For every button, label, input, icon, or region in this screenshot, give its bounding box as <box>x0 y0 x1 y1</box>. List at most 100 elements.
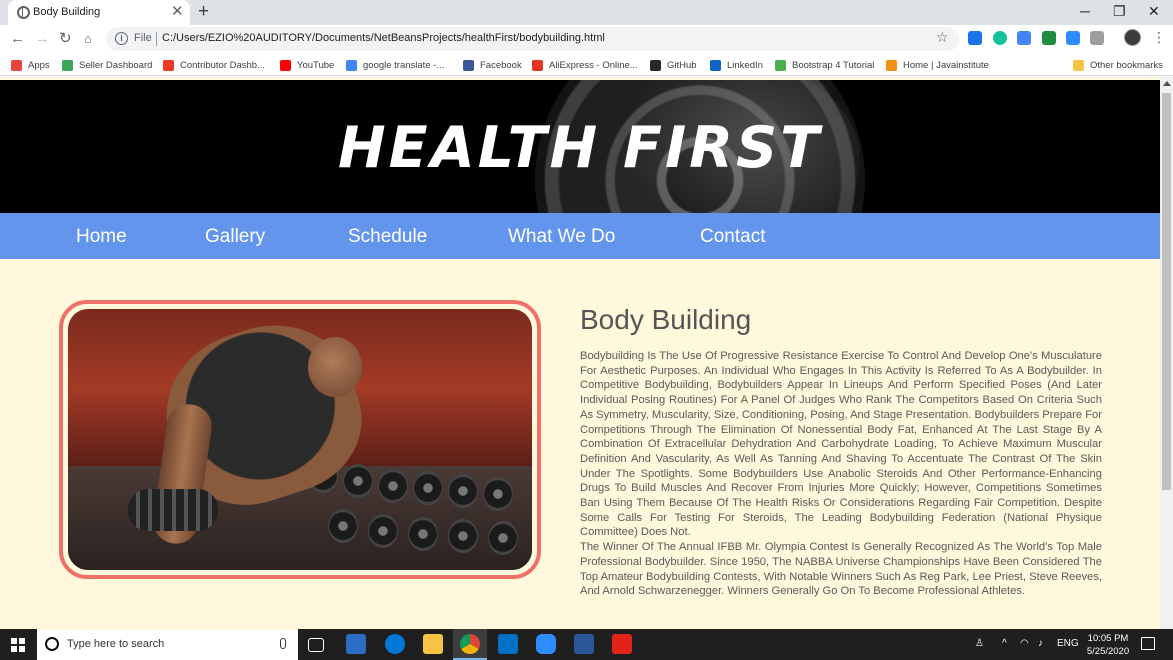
rack-dumbbell <box>378 469 408 503</box>
bookmark-youtube[interactable]: YouTube <box>280 58 334 72</box>
edge-icon[interactable] <box>385 634 405 654</box>
new-tab-button[interactable]: + <box>198 1 209 23</box>
bookmark-seller-dashboard[interactable]: Seller Dashboard <box>62 58 152 72</box>
javainstitute-icon <box>886 59 897 71</box>
paragraph-2: The winner of the annual IFBB Mr. Olympi… <box>580 541 1102 598</box>
translate-icon[interactable] <box>1017 31 1031 45</box>
task-view-icon[interactable] <box>308 638 324 652</box>
athlete-head <box>308 337 362 397</box>
paragraph-1: Bodybuilding is the use of progressive r… <box>580 350 1102 539</box>
acrobat-icon[interactable] <box>612 634 632 654</box>
url-text[interactable]: C:/Users/EZIO%20AUDITORY/Documents/NetBe… <box>162 32 605 44</box>
clock[interactable]: 10:05 PM 5/25/2020 <box>1082 632 1134 658</box>
github-icon <box>650 59 661 71</box>
bookmark-linkedin[interactable]: LinkedIn <box>710 58 763 72</box>
mail-icon[interactable] <box>498 634 518 654</box>
google-icon <box>346 59 357 71</box>
file-explorer-icon[interactable] <box>423 634 443 654</box>
globe-icon <box>17 6 30 19</box>
grammarly-icon[interactable] <box>993 31 1007 45</box>
bootstrap-icon <box>775 59 786 71</box>
scroll-up-arrow-icon[interactable] <box>1163 81 1171 86</box>
rack-dumbbell <box>408 517 438 551</box>
bookmark-facebook[interactable]: Facebook <box>463 58 522 72</box>
nav-what-we-do[interactable]: What We Do <box>508 226 615 248</box>
reload-icon[interactable]: ↻ <box>59 30 72 48</box>
rack-dumbbell <box>343 464 373 498</box>
nav-home[interactable]: Home <box>76 226 127 248</box>
store-icon[interactable] <box>346 634 366 654</box>
page-scrollbar[interactable] <box>1160 77 1173 629</box>
bodybuilder-photo <box>68 309 532 570</box>
zoom-icon[interactable] <box>1066 31 1080 45</box>
rack-dumbbell <box>448 474 478 508</box>
site-title: HEALTH FIRST <box>337 115 823 181</box>
article-body: Bodybuilding is the use of progressive r… <box>580 349 1102 599</box>
youtube-icon <box>280 59 291 71</box>
browser-tab[interactable]: Body Building ✕ <box>8 0 190 25</box>
bookmark-javainstitute[interactable]: Home | Javainstitute <box>886 58 989 72</box>
rack-dumbbell <box>448 519 478 553</box>
info-icon[interactable]: i <box>115 32 128 45</box>
shield-icon[interactable] <box>1042 31 1056 45</box>
language-indicator[interactable]: ENG <box>1057 638 1079 649</box>
home-icon[interactable]: ⌂ <box>84 30 92 48</box>
bookmark-contributor[interactable]: Contributor Dashb... <box>163 58 265 72</box>
scroll-thumb[interactable] <box>1162 93 1171 490</box>
taskbar: Type here to search ♙ ^ ◠ ♪ ENG 10:05 PM… <box>0 629 1173 660</box>
omnibox-divider <box>156 32 157 46</box>
menu-kebab-icon[interactable]: ⋮ <box>1152 29 1166 45</box>
bookmark-bootstrap[interactable]: Bootstrap 4 Tutorial <box>775 58 874 72</box>
bookmark-apps[interactable]: Apps <box>11 58 50 72</box>
clock-time: 10:05 PM <box>1087 633 1129 644</box>
chrome-icon[interactable] <box>460 634 480 654</box>
address-bar[interactable]: i File C:/Users/EZIO%20AUDITORY/Document… <box>106 27 959 51</box>
cortana-icon <box>45 637 59 651</box>
back-arrow-icon[interactable]: ← <box>10 30 25 48</box>
bookmark-aliexpress[interactable]: AliExpress - Online... <box>532 58 638 72</box>
nav-contact[interactable]: Contact <box>700 226 765 248</box>
facebook-icon <box>463 59 474 71</box>
page-viewport: HEALTH FIRST Home Gallery Schedule What … <box>0 77 1160 629</box>
bookmark-star-icon[interactable]: ☆ <box>936 29 949 46</box>
bookmark-google-translate[interactable]: google translate -... <box>346 58 444 72</box>
seller-dashboard-icon <box>62 59 73 71</box>
forward-arrow-icon[interactable]: → <box>35 30 50 48</box>
zoom-app-icon[interactable] <box>536 634 556 654</box>
tab-close-icon[interactable]: ✕ <box>171 3 184 21</box>
maximize-button[interactable]: ❐ <box>1113 2 1126 20</box>
apps-grid-icon <box>11 59 22 71</box>
microphone-icon[interactable] <box>280 638 286 649</box>
clock-date: 5/25/2020 <box>1086 646 1130 657</box>
notifications-icon[interactable] <box>1141 637 1155 650</box>
bookmark-github[interactable]: GitHub <box>650 58 697 72</box>
nav-schedule[interactable]: Schedule <box>348 226 427 248</box>
search-placeholder: Type here to search <box>67 638 165 650</box>
browser-toolbar: ← → ↻ ⌂ i File C:/Users/EZIO%20AUDITORY/… <box>0 25 1173 54</box>
puzzle-icon[interactable] <box>1090 31 1104 45</box>
people-icon[interactable]: ♙ <box>975 638 984 649</box>
hero-banner: HEALTH FIRST <box>0 80 1160 213</box>
page-heading: Body Building <box>580 304 752 335</box>
window-close-button[interactable]: ✕ <box>1148 2 1160 20</box>
rack-dumbbell <box>368 514 398 548</box>
rack-dumbbell <box>488 521 518 555</box>
browser-tab-bar: Body Building ✕ + ─ ❐ ✕ <box>0 0 1173 25</box>
volume-icon[interactable]: ♪ <box>1038 638 1043 649</box>
main-nav: Home Gallery Schedule What We Do Contact <box>0 213 1160 259</box>
rack-dumbbell <box>328 509 358 543</box>
windows-start-icon[interactable] <box>11 638 25 652</box>
file-label: File <box>134 32 152 44</box>
taskbar-search[interactable]: Type here to search <box>37 629 298 660</box>
minimize-button[interactable]: ─ <box>1080 2 1090 20</box>
aliexpress-icon <box>532 59 543 71</box>
nav-gallery[interactable]: Gallery <box>205 226 265 248</box>
rack-dumbbell <box>483 477 513 511</box>
extension-icon[interactable] <box>968 31 982 45</box>
rack-dumbbell <box>413 471 443 505</box>
word-icon[interactable] <box>574 634 594 654</box>
wifi-icon[interactable]: ◠ <box>1020 638 1029 649</box>
tray-chevron-icon[interactable]: ^ <box>1002 638 1007 649</box>
bookmark-other[interactable]: Other bookmarks <box>1073 58 1163 72</box>
profile-avatar[interactable] <box>1124 29 1141 46</box>
